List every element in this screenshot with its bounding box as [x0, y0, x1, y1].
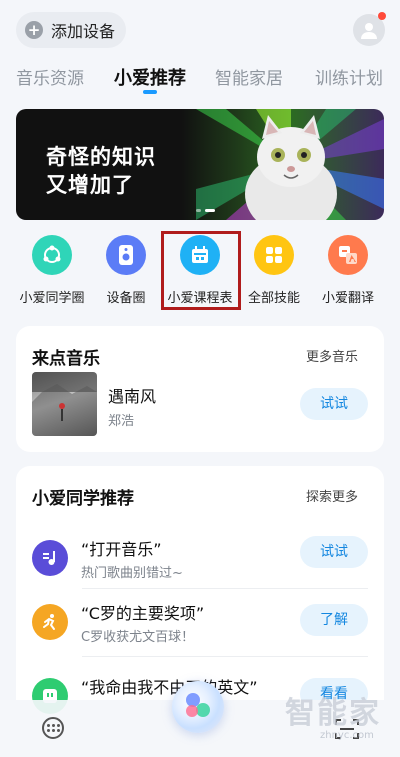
recommend-subtitle: 热门歌曲别错过~ [81, 566, 183, 581]
orb-bubble [196, 703, 210, 717]
notification-dot [378, 12, 386, 20]
explore-more-link[interactable]: 探索更多 [306, 486, 358, 505]
promo-banner[interactable]: 奇怪的知识 又增加了 [16, 109, 384, 220]
list-item[interactable]: “C罗的主要奖项” C罗收获尤文百球！ 了解 [16, 596, 384, 656]
watermark-url: zhnyc.com [320, 730, 374, 741]
plus-icon: + [25, 21, 43, 39]
learn-button[interactable]: 了解 [300, 604, 368, 636]
active-tab-indicator [143, 90, 157, 94]
shortcut-label: 小爱翻译 [321, 291, 374, 306]
more-music-link[interactable]: 更多音乐 [306, 346, 358, 365]
runner-icon [32, 604, 68, 640]
banner-title-line2: 又增加了 [46, 173, 134, 197]
shortcut-label: 设备圈 [106, 291, 146, 306]
grid-icon [254, 235, 294, 275]
tab-training-plan[interactable]: 训练计划 [315, 64, 383, 89]
shortcut-xiaoai-translate[interactable]: 小爱翻译 [308, 232, 388, 306]
song-artist: 郑浩 [108, 414, 135, 429]
avatar[interactable] [353, 12, 386, 46]
recommend-subtitle: C罗收获尤文百球！ [81, 630, 195, 645]
recommend-title: “C罗的主要奖项” [81, 604, 205, 623]
list-item[interactable]: “打开音乐” 热门歌曲别错过~ 试试 [16, 532, 384, 592]
keypad-icon[interactable] [42, 717, 64, 739]
share-circle-icon [32, 235, 72, 275]
album-art-graphic [32, 372, 97, 436]
shortcut-label: 全部技能 [247, 291, 300, 306]
banner-title-line1: 奇怪的知识 [46, 145, 156, 169]
shortcut-all-skills[interactable]: 全部技能 [234, 232, 314, 306]
tab-bar: 音乐资源 小爱推荐 智能家居 训练计划 [0, 58, 400, 98]
tab-xiaoai-recommend[interactable]: 小爱推荐 [114, 64, 186, 90]
try-music-button[interactable]: 试试 [300, 388, 368, 420]
music-card: 来点音乐 更多音乐 遇南风 郑浩 试试 [16, 326, 384, 452]
divider [82, 588, 368, 589]
song-title: 遇南风 [108, 387, 157, 406]
highlight-annotation-box [161, 231, 241, 310]
shortcut-device-circle[interactable]: 设备圈 [86, 232, 166, 306]
shortcut-label: 小爱同学圈 [19, 291, 85, 306]
shortcut-xiaoai-circle[interactable]: 小爱同学圈 [12, 232, 92, 306]
recommend-title: “打开音乐” [81, 540, 162, 559]
card-title: 小爱同学推荐 [32, 489, 134, 509]
tab-smart-home[interactable]: 智能家居 [215, 64, 283, 89]
music-note-icon [32, 540, 68, 576]
divider [82, 656, 368, 657]
voice-assistant-button[interactable] [172, 681, 224, 733]
translate-icon [328, 235, 368, 275]
orb-bubble [186, 705, 198, 717]
add-device-button[interactable]: + 添加设备 [16, 12, 126, 48]
speaker-icon [106, 235, 146, 275]
add-device-label: 添加设备 [51, 22, 116, 41]
banner-rays-graphic [196, 109, 384, 220]
pager-dot-active [205, 209, 215, 212]
pager-dot [196, 209, 201, 212]
top-bar: + 添加设备 [0, 0, 400, 58]
album-cover[interactable] [32, 372, 97, 436]
card-title: 来点音乐 [32, 349, 100, 369]
watermark-text: 智能家 [285, 696, 381, 731]
user-icon [361, 23, 377, 39]
recommend-title: “我命由我不由天的英文” [81, 678, 258, 697]
try-button[interactable]: 试试 [300, 536, 368, 568]
tab-music-resources[interactable]: 音乐资源 [16, 64, 84, 89]
banner-pager [196, 209, 215, 212]
